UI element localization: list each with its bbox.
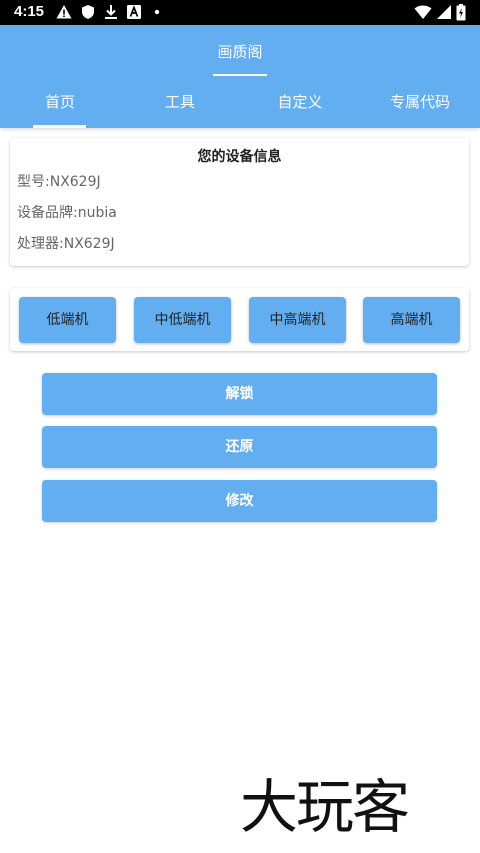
low-mid-end-button[interactable]: 中低端机 (134, 297, 231, 343)
tab-indicator (33, 125, 86, 128)
device-processor: 处理器:NX629J (17, 236, 115, 252)
watermark-text: 大玩客 (240, 773, 410, 841)
app-bar: 画质阁 (0, 25, 480, 77)
wifi-icon (414, 5, 432, 19)
title-underline (213, 74, 267, 76)
device-brand: 设备品牌:nubia (17, 205, 117, 221)
low-end-button[interactable]: 低端机 (19, 297, 116, 343)
dot-icon (154, 9, 160, 15)
tab-custom[interactable]: 自定义 (240, 77, 360, 128)
tab-bar: 首页 工具 自定义 专属代码 (0, 77, 480, 128)
a-box-icon (127, 5, 141, 19)
status-time: 4:15 (14, 3, 45, 20)
tab-exclusive-code[interactable]: 专属代码 (360, 77, 480, 128)
device-info-title: 您的设备信息 (197, 149, 282, 165)
shield-icon (82, 5, 94, 19)
tab-tools[interactable]: 工具 (120, 77, 240, 128)
modify-button[interactable]: 修改 (42, 480, 437, 522)
signal-icon (437, 5, 451, 19)
battery-icon (456, 4, 466, 21)
mid-high-end-button[interactable]: 中高端机 (249, 297, 346, 343)
device-info-card: 您的设备信息 型号:NX629J 设备品牌:nubia 处理器:NX629J (10, 138, 469, 266)
high-end-button[interactable]: 高端机 (363, 297, 460, 343)
download-icon (105, 5, 117, 19)
restore-button[interactable]: 还原 (42, 426, 437, 468)
device-model: 型号:NX629J (17, 174, 101, 190)
app-title: 画质阁 (217, 43, 263, 61)
status-bar: 4:15 (0, 0, 480, 25)
unlock-button[interactable]: 解锁 (42, 373, 437, 415)
alert-icon (56, 5, 72, 19)
device-tier-card: 低端机 中低端机 中高端机 高端机 (10, 288, 469, 351)
tab-home[interactable]: 首页 (0, 77, 120, 128)
